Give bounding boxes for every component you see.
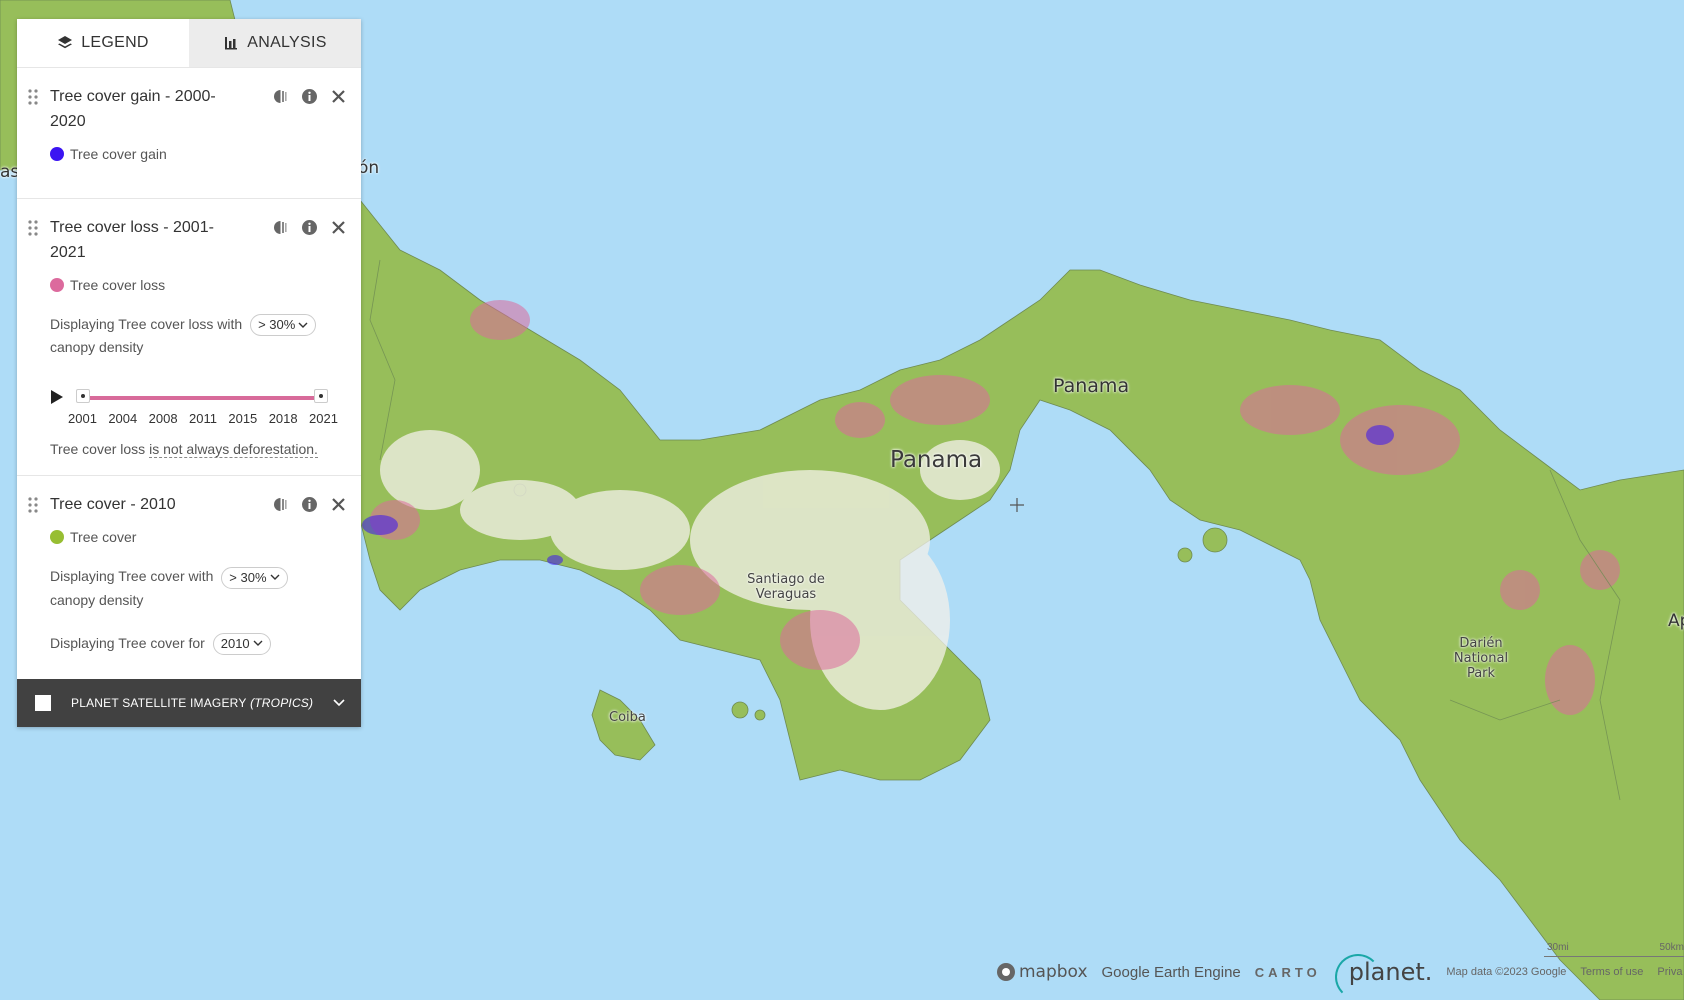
map-label-coiba: Coiba xyxy=(609,710,646,725)
timeline-start-handle[interactable] xyxy=(76,389,90,404)
map-label-country: Panama xyxy=(890,447,983,473)
density-select[interactable]: > 30% xyxy=(250,314,317,337)
year-tick: 2011 xyxy=(188,411,217,427)
density-select[interactable]: > 30% xyxy=(221,566,288,589)
deforestation-link[interactable]: is not always deforestation. xyxy=(149,441,318,459)
opacity-icon[interactable] xyxy=(272,88,289,105)
close-icon[interactable] xyxy=(330,219,347,236)
info-icon[interactable] xyxy=(301,496,318,513)
layer-title: Tree cover gain - 2000-2020 xyxy=(50,88,216,130)
layer-tools xyxy=(272,88,347,105)
year-setting: Displaying Tree cover for 2010 xyxy=(50,632,345,655)
layer-tools xyxy=(272,219,347,236)
tab-legend[interactable]: LEGEND xyxy=(17,19,189,67)
carto-logo[interactable]: CARTO xyxy=(1255,965,1321,980)
year-tick: 2001 xyxy=(68,411,97,427)
mapbox-icon xyxy=(997,963,1015,981)
legend-swatch-gain xyxy=(50,147,64,161)
terms-link[interactable]: Terms of use xyxy=(1580,966,1643,978)
timeline: 2001 2004 2008 2011 2015 2018 2021 xyxy=(50,379,345,429)
map-data-credit: Map data ©2023 Google xyxy=(1446,966,1567,978)
year-tick: 2008 xyxy=(148,411,178,427)
legend-item-label: Tree cover xyxy=(70,529,137,546)
density-value: > 30% xyxy=(229,569,267,585)
legend-panel: LEGEND ANALYSIS Tree cover gain - 2000-2… xyxy=(17,19,361,727)
layer-tree-cover-loss: Tree cover loss - 2001-2021 Tree cover l… xyxy=(17,199,361,477)
layers-icon xyxy=(57,35,73,51)
density-suffix: canopy density xyxy=(50,591,144,608)
mapbox-logo[interactable]: mapbox xyxy=(996,962,1088,982)
privacy-link[interactable]: Priva xyxy=(1657,966,1682,978)
drag-handle-icon[interactable] xyxy=(27,496,39,514)
tab-analysis[interactable]: ANALYSIS xyxy=(189,19,361,67)
info-icon[interactable] xyxy=(301,219,318,236)
opacity-icon[interactable] xyxy=(272,219,289,236)
year-select[interactable]: 2010 xyxy=(212,632,271,655)
scale-imperial: 30mi xyxy=(1547,942,1569,953)
attribution-bar: mapbox Google Earth Engine CARTO planet.… xyxy=(996,954,1682,1000)
year-tick: 2021 xyxy=(309,411,338,427)
layer-title: Tree cover - 2010 xyxy=(50,496,176,514)
chevron-down-icon xyxy=(298,322,308,328)
drag-handle-icon[interactable] xyxy=(27,219,39,237)
density-setting: Displaying Tree cover loss with > 30% ca… xyxy=(50,313,345,359)
planet-imagery-bar[interactable]: PLANET SATELLITE IMAGERY (TROPICS) xyxy=(17,678,361,727)
opacity-icon[interactable] xyxy=(272,496,289,513)
map-label-capital: Panama xyxy=(1053,375,1130,397)
year-tick: 2015 xyxy=(228,411,258,427)
layer-tools xyxy=(272,496,347,513)
map-app: Panama Panama Santiago de Veraguas Coiba… xyxy=(0,0,1684,1000)
density-setting: Displaying Tree cover with > 30% canopy … xyxy=(50,565,345,611)
close-icon[interactable] xyxy=(330,88,347,105)
planet-logo[interactable]: planet. xyxy=(1334,954,1432,1000)
timeline-track[interactable] xyxy=(82,396,320,401)
planet-imagery-label-italic: (TROPICS) xyxy=(250,695,314,710)
legend-item: Tree cover loss xyxy=(50,277,345,293)
mapbox-label: mapbox xyxy=(1019,962,1088,982)
legend-swatch-cover xyxy=(50,530,64,545)
map-label-edge-left-b: ón xyxy=(358,158,380,178)
map-label-santiago: Santiago de Veraguas xyxy=(747,572,825,602)
chevron-down-icon xyxy=(270,574,280,581)
density-prefix: Displaying Tree cover loss with xyxy=(50,316,243,332)
year-value: 2010 xyxy=(220,635,250,651)
layer-tree-cover: Tree cover - 2010 Tree cover Displaying … xyxy=(17,476,361,679)
map-label-edge-right: Ap xyxy=(1668,611,1684,631)
bar-chart-icon xyxy=(223,35,239,51)
crosshair-icon xyxy=(1010,498,1024,512)
legend-swatch-loss xyxy=(50,278,64,292)
tab-analysis-label: ANALYSIS xyxy=(247,34,327,51)
legend-item-label: Tree cover loss xyxy=(70,277,166,293)
planet-imagery-label: PLANET SATELLITE IMAGERY xyxy=(71,695,247,710)
timeline-years: 2001 2004 2008 2011 2015 2018 2021 xyxy=(68,411,338,426)
chevron-down-icon[interactable] xyxy=(333,699,345,707)
timeline-end-handle[interactable] xyxy=(314,389,328,404)
gee-logo[interactable]: Google Earth Engine xyxy=(1102,964,1241,981)
scale-bar: 30mi 50km xyxy=(1544,942,1684,957)
map-label-darien: Darién National Park xyxy=(1453,636,1509,681)
year-tick: 2004 xyxy=(108,411,138,427)
year-tick: 2018 xyxy=(268,411,298,427)
info-icon[interactable] xyxy=(301,88,318,105)
layer-title: Tree cover loss - 2001-2021 xyxy=(50,219,214,261)
scale-metric: 50km xyxy=(1659,942,1684,953)
year-prefix: Displaying Tree cover for xyxy=(50,634,205,651)
legend-item: Tree cover xyxy=(50,529,345,545)
loss-note: Tree cover loss is not always deforestat… xyxy=(50,441,345,459)
legend-item: Tree cover gain xyxy=(50,146,345,162)
density-prefix: Displaying Tree cover with xyxy=(50,568,214,585)
layer-tree-cover-gain: Tree cover gain - 2000-2020 Tree cover g… xyxy=(17,68,361,199)
density-value: > 30% xyxy=(258,317,296,333)
close-icon[interactable] xyxy=(330,496,347,513)
planet-imagery-checkbox[interactable] xyxy=(35,694,51,711)
play-icon[interactable] xyxy=(50,389,64,405)
drag-handle-icon[interactable] xyxy=(27,88,39,106)
tab-legend-label: LEGEND xyxy=(81,34,149,51)
legend-item-label: Tree cover gain xyxy=(70,146,167,162)
chevron-down-icon xyxy=(253,640,263,647)
panel-tabs: LEGEND ANALYSIS xyxy=(17,19,361,68)
density-suffix: canopy density xyxy=(50,339,144,356)
note-prefix: Tree cover loss xyxy=(50,441,150,458)
